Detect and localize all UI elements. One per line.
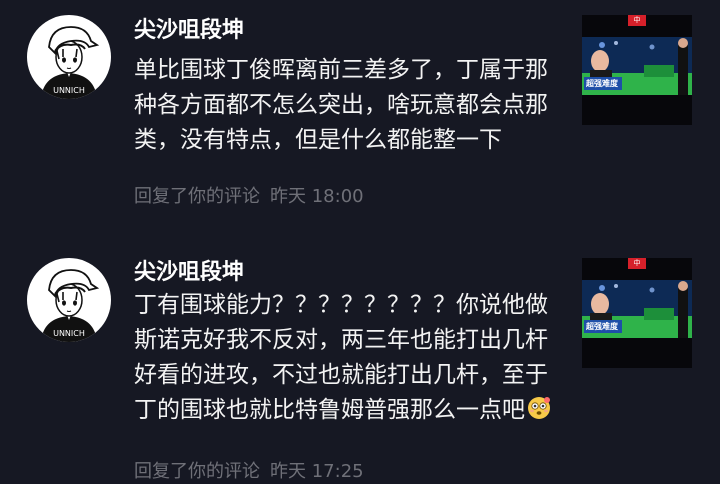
notification-item[interactable]: UNNICH 尖沙咀段坤 单比围球丁俊晖离前三差多了，丁属于那种各方面都不怎么突… [0, 0, 720, 240]
comment-body: 单比围球丁俊晖离前三差多了，丁属于那种各方面都不怎么突出，啥玩意都会点那类，没有… [134, 57, 548, 153]
avatar[interactable]: UNNICH [27, 15, 111, 99]
username[interactable]: 尖沙咀段坤 [134, 258, 244, 288]
svg-text:UNNICH: UNNICH [53, 86, 85, 95]
timestamp: 昨天 17:25 [270, 461, 364, 482]
notification-meta: 回复了你的评论 昨天 18:00 [134, 185, 364, 209]
timestamp: 昨天 18:00 [270, 186, 364, 207]
thumbnail-caption: 超强难度 [586, 79, 618, 88]
username[interactable]: 尖沙咀段坤 [134, 16, 244, 46]
video-thumbnail[interactable]: 中 超强难度 [582, 258, 692, 368]
thumbnail-badge: 中 [633, 259, 641, 267]
video-thumbnail[interactable]: 中 超强难度 [582, 15, 692, 125]
notification-meta: 回复了你的评论 昨天 17:25 [134, 460, 364, 484]
svg-text:UNNICH: UNNICH [53, 329, 85, 338]
dizzy-face-emoji-icon [527, 396, 551, 420]
action-text: 回复了你的评论 [134, 461, 260, 482]
notification-item[interactable]: UNNICH 尖沙咀段坤 丁有围球能力？？？？？？？？你说他做斯诺克好我不反对，… [0, 240, 720, 484]
thumbnail-caption: 超强难度 [586, 322, 618, 331]
avatar[interactable]: UNNICH [27, 258, 111, 342]
comment-body: 丁有围球能力？？？？？？？？你说他做斯诺克好我不反对，两三年也能打出几杆好看的进… [134, 292, 548, 423]
thumbnail-badge: 中 [633, 16, 641, 24]
action-text: 回复了你的评论 [134, 186, 260, 207]
comment-text: 丁有围球能力？？？？？？？？你说他做斯诺克好我不反对，两三年也能打出几杆好看的进… [134, 288, 564, 428]
comment-text: 单比围球丁俊晖离前三差多了，丁属于那种各方面都不怎么突出，啥玩意都会点那类，没有… [134, 53, 564, 158]
